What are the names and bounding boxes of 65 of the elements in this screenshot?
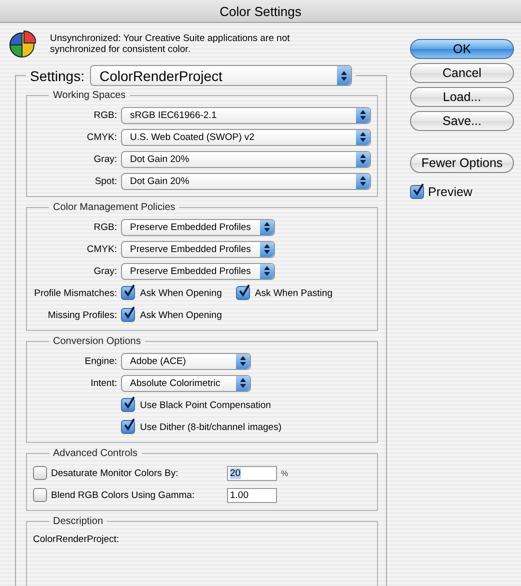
sync-message: Unsynchronized: Your Creative Suite applications are not synchronized for consistent color. [50, 33, 291, 55]
stepper-icon [264, 244, 270, 254]
field-label: Spot: [94, 176, 117, 186]
dialog-button[interactable]: Fewer Options [410, 153, 514, 173]
section-title: Advanced Controls [52, 448, 138, 459]
field-label: Missing Profiles: [46, 310, 117, 320]
dropdown[interactable]: Preserve Embedded Profiles [121, 218, 275, 236]
description-text: ColorRenderProject: [33, 534, 120, 545]
settings-dropdown[interactable]: ColorRenderProject [90, 65, 352, 86]
checkbox-label: Desaturate Monitor Colors By: [51, 468, 180, 478]
dialog-button[interactable]: OK [410, 39, 514, 59]
section-title: Conversion Options [52, 336, 142, 347]
checkbox-label: Ask When Pasting [254, 288, 332, 298]
checkbox-label: Blend RGB Colors Using Gamma: [51, 490, 196, 500]
dialog-button[interactable]: Save... [410, 111, 514, 131]
dialog-button[interactable]: Load... [410, 87, 514, 107]
checkbox[interactable] [33, 466, 47, 480]
input-field[interactable]: 20 [227, 466, 277, 480]
settings-label: Settings: [30, 68, 84, 84]
section-title: Description [52, 516, 104, 527]
dialog-button[interactable]: Cancel [410, 63, 514, 83]
stepper-icon [360, 176, 366, 186]
dropdown[interactable]: Preserve Embedded Profiles [121, 262, 275, 280]
unit-label: % [281, 468, 288, 478]
dropdown[interactable]: Adobe (ACE) [121, 352, 251, 370]
dropdown[interactable]: Dot Gain 20% [121, 172, 371, 190]
stepper-icon [264, 266, 270, 276]
field-label: Gray: [92, 266, 117, 276]
stepper-icon [341, 70, 348, 80]
checkbox-label: Use Dither (8-bit/channel images) [140, 422, 282, 432]
dropdown[interactable]: Preserve Embedded Profiles [121, 240, 275, 258]
checkbox-label: Ask When Opening [140, 310, 222, 320]
dropdown[interactable]: Dot Gain 20% [121, 150, 371, 168]
stepper-icon [360, 132, 366, 142]
checkbox[interactable] [121, 420, 135, 434]
color-wheel-icon [8, 30, 36, 58]
checkbox-label: Ask When Opening [140, 288, 222, 298]
checkbox[interactable] [121, 398, 135, 412]
field-label: Gray: [92, 154, 117, 164]
window-title: Color Settings [0, 0, 521, 23]
stepper-icon [360, 154, 366, 164]
dropdown[interactable]: sRGB IEC61966-2.1 [121, 106, 371, 124]
field-label: Engine: [84, 356, 117, 366]
checkbox[interactable] [121, 286, 135, 300]
input-field[interactable]: 1.00 [227, 488, 277, 502]
checkbox[interactable] [236, 286, 250, 300]
dropdown[interactable]: Absolute Colorimetric [121, 374, 251, 392]
field-label: Intent: [90, 378, 117, 388]
checkbox[interactable] [33, 488, 47, 502]
stepper-icon [240, 356, 246, 366]
checkbox[interactable] [410, 185, 424, 199]
section-title: Color Management Policies [52, 202, 176, 213]
field-label: RGB: [92, 110, 117, 120]
checkbox[interactable] [121, 308, 135, 322]
field-label: CMYK: [86, 244, 117, 254]
field-label: CMYK: [86, 132, 117, 142]
checkbox-label: Preview [428, 185, 472, 199]
field-label: RGB: [92, 222, 117, 232]
stepper-icon [360, 110, 366, 120]
field-label: Profile Mismatches: [33, 288, 117, 298]
stepper-icon [264, 222, 270, 232]
stepper-icon [240, 378, 246, 388]
section-title: Working Spaces [52, 90, 127, 101]
dropdown[interactable]: U.S. Web Coated (SWOP) v2 [121, 128, 371, 146]
checkbox-label: Use Black Point Compensation [140, 400, 271, 410]
